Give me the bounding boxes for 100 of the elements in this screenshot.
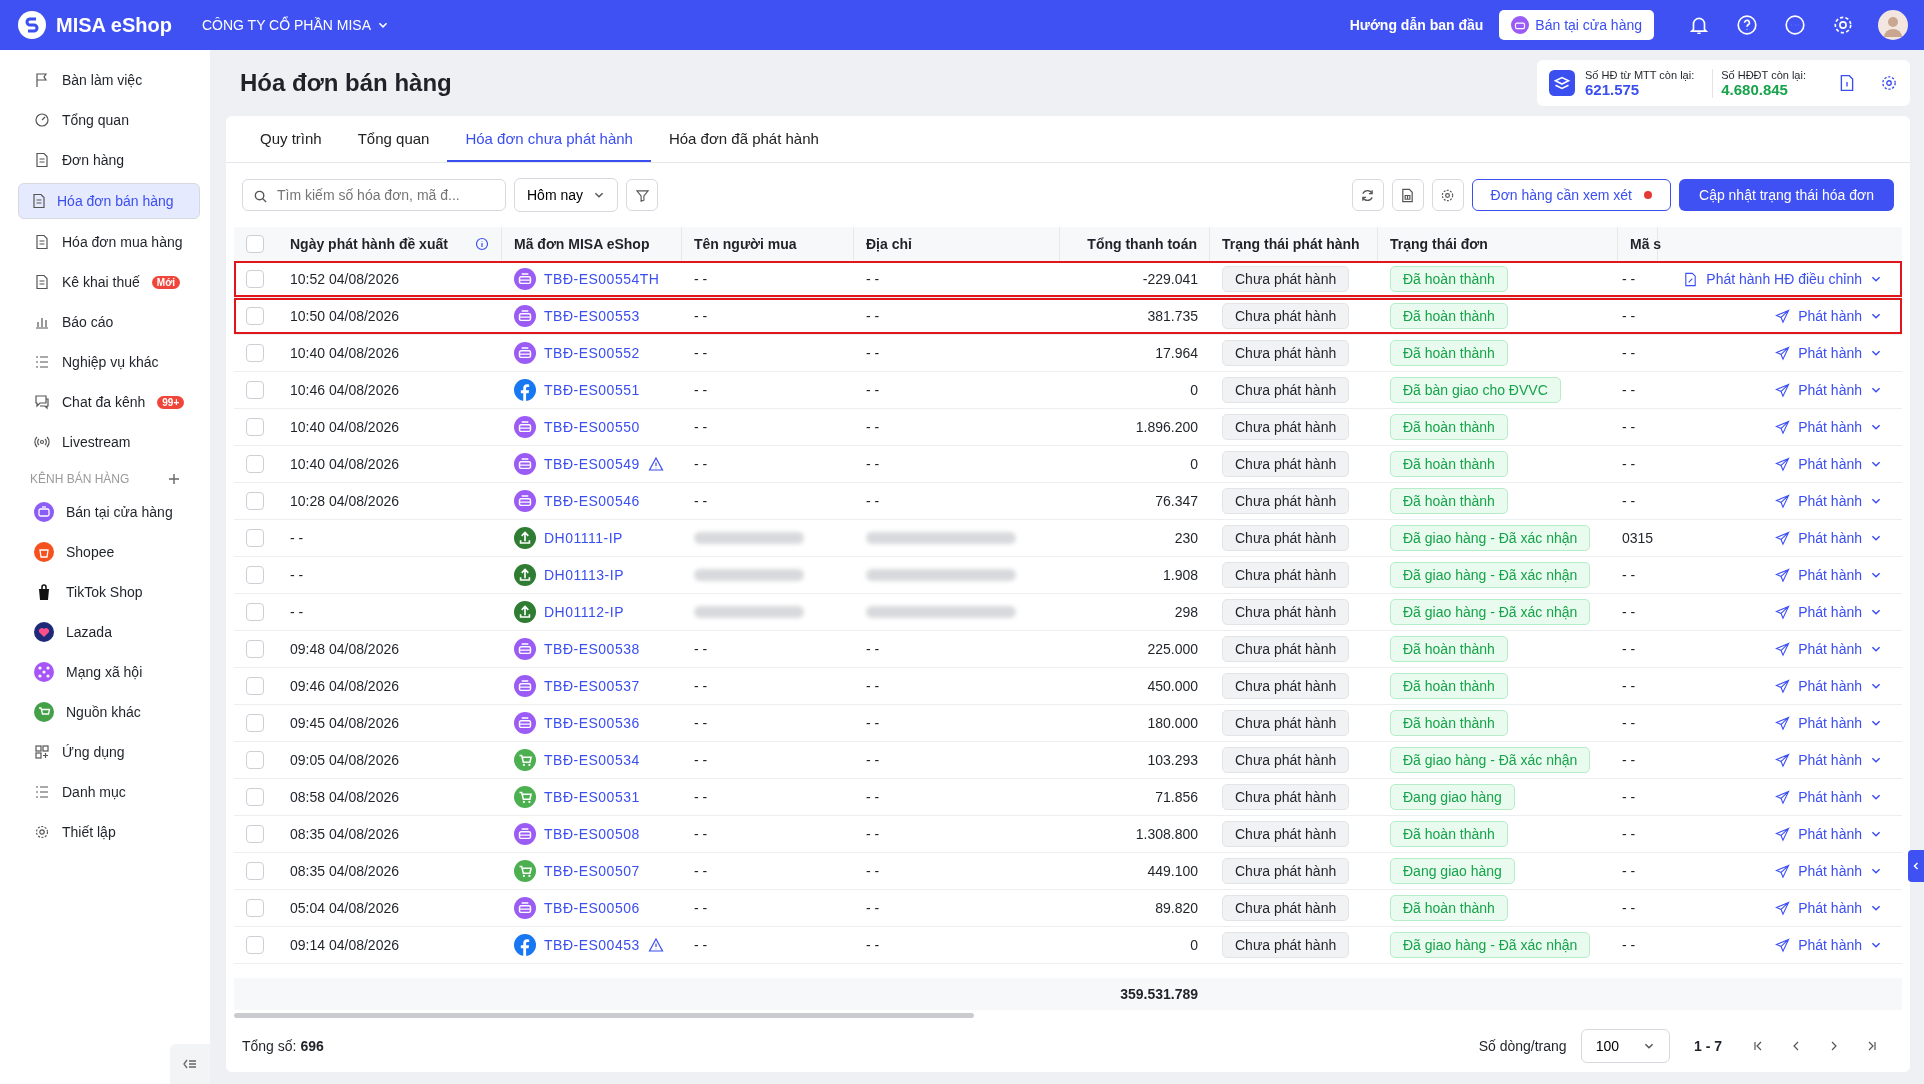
first-page-icon[interactable] (1752, 1040, 1764, 1052)
guide-link[interactable]: Hướng dẫn ban đầu (1349, 17, 1484, 33)
sidebar-item[interactable]: Tổng quan (18, 103, 200, 137)
export-button[interactable] (1391, 179, 1424, 211)
order-link[interactable]: TBĐ-ES00538 (544, 641, 640, 657)
last-page-icon[interactable] (1866, 1040, 1878, 1052)
checkbox[interactable] (246, 751, 264, 769)
sidebar-item[interactable]: TikTok Shop (18, 575, 200, 609)
issue-link[interactable]: Phát hành (1775, 345, 1862, 361)
store-button[interactable]: Bán tại cửa hàng (1499, 10, 1654, 40)
add-icon[interactable] (168, 473, 180, 485)
order-link[interactable]: TBĐ-ES00507 (544, 863, 640, 879)
checkbox[interactable] (246, 936, 264, 954)
checkbox[interactable] (246, 381, 264, 399)
issue-link[interactable]: Phát hành (1775, 641, 1862, 657)
order-link[interactable]: TBĐ-ES00549 (544, 456, 640, 472)
settings-icon[interactable] (1832, 14, 1854, 36)
sidebar-item[interactable]: Nghiệp vụ khác (18, 345, 200, 379)
settings-icon[interactable] (1880, 74, 1898, 92)
sidebar-item[interactable]: Livestream (18, 425, 200, 459)
checkbox[interactable] (246, 235, 264, 253)
checkbox[interactable] (246, 270, 264, 288)
review-orders-button[interactable]: Đơn hàng cần xem xét (1471, 179, 1671, 211)
search-field[interactable]: Tìm kiếm số hóa đơn, mã đ... (242, 179, 506, 211)
order-link[interactable]: TBĐ-ES00534 (544, 752, 640, 768)
order-link[interactable]: TBĐ-ES00508 (544, 826, 640, 842)
sidebar-item[interactable]: Nguồn khác (18, 695, 200, 729)
issue-link[interactable]: Phát hành (1775, 789, 1862, 805)
tab[interactable]: Hóa đơn đã phát hành (650, 116, 837, 162)
filter-button[interactable] (626, 179, 659, 211)
issue-link[interactable]: Phát hành (1775, 456, 1862, 472)
more-icon[interactable] (1784, 14, 1806, 36)
sidebar-item[interactable]: Bán tại cửa hàng (18, 495, 200, 529)
issue-link[interactable]: Phát hành (1775, 715, 1862, 731)
checkbox[interactable] (246, 714, 264, 732)
refresh-button[interactable] (1351, 179, 1384, 211)
issue-link[interactable]: Phát hành (1775, 567, 1862, 583)
checkbox[interactable] (246, 455, 264, 473)
side-panel-toggle[interactable] (1908, 850, 1924, 882)
document-icon[interactable] (1838, 74, 1856, 92)
order-link[interactable]: TBĐ-ES00553 (544, 308, 640, 324)
issue-link[interactable]: Phát hành (1775, 419, 1862, 435)
help-icon[interactable] (1736, 14, 1758, 36)
sidebar-item[interactable]: Báo cáo (18, 305, 200, 339)
checkbox[interactable] (246, 603, 264, 621)
checkbox[interactable] (246, 677, 264, 695)
sidebar-item[interactable]: Thiết lập (18, 815, 200, 849)
issue-link[interactable]: Phát hành (1775, 382, 1862, 398)
update-status-button[interactable]: Cập nhật trạng thái hóa đơn (1679, 179, 1894, 211)
sidebar-item[interactable]: Bàn làm việc (18, 63, 200, 97)
sidebar-item[interactable]: Kê khai thuế Mới (18, 265, 200, 299)
order-link[interactable]: TBĐ-ES00554TH (544, 271, 660, 287)
checkbox[interactable] (246, 566, 264, 584)
order-link[interactable]: TBĐ-ES00552 (544, 345, 640, 361)
order-link[interactable]: TBĐ-ES00551 (544, 382, 640, 398)
checkbox[interactable] (246, 788, 264, 806)
issue-link[interactable]: Phát hành (1775, 937, 1862, 953)
issue-link[interactable]: Phát hành HĐ điều chỉnh (1683, 271, 1862, 287)
order-link[interactable]: DH01113-IP (544, 567, 624, 583)
settings-button[interactable] (1431, 179, 1464, 211)
collapse-button[interactable] (170, 1044, 210, 1084)
issue-link[interactable]: Phát hành (1775, 308, 1862, 324)
checkbox[interactable] (246, 492, 264, 510)
issue-link[interactable]: Phát hành (1775, 493, 1862, 509)
sidebar-item[interactable]: Shopee (18, 535, 200, 569)
tab[interactable]: Hóa đơn chưa phát hành (447, 116, 651, 162)
tab[interactable]: Quy trình (242, 116, 340, 162)
sidebar-item[interactable]: Chat đa kênh 99+ (18, 385, 200, 419)
page-size-dropdown[interactable]: 100 (1580, 1029, 1670, 1063)
issue-link[interactable]: Phát hành (1775, 900, 1862, 916)
tab[interactable]: Tổng quan (339, 116, 448, 162)
checkbox[interactable] (246, 529, 264, 547)
issue-link[interactable]: Phát hành (1775, 530, 1862, 546)
checkbox[interactable] (246, 418, 264, 436)
checkbox[interactable] (246, 899, 264, 917)
order-link[interactable]: TBĐ-ES00550 (544, 419, 640, 435)
order-link[interactable]: TBĐ-ES00531 (544, 789, 640, 805)
checkbox[interactable] (246, 640, 264, 658)
sidebar-item[interactable]: Mạng xã hội (18, 655, 200, 689)
order-link[interactable]: DH01112-IP (544, 604, 624, 620)
issue-link[interactable]: Phát hành (1775, 863, 1862, 879)
issue-link[interactable]: Phát hành (1775, 678, 1862, 694)
avatar[interactable] (1878, 10, 1908, 40)
sidebar-item[interactable]: Lazada (18, 615, 200, 649)
order-link[interactable]: TBĐ-ES00536 (544, 715, 640, 731)
issue-link[interactable]: Phát hành (1775, 604, 1862, 620)
checkbox[interactable] (246, 344, 264, 362)
sidebar-item[interactable]: Ứng dụng (18, 735, 200, 769)
sidebar-item[interactable]: Đơn hàng (18, 143, 200, 177)
period-dropdown[interactable]: Hôm nay (514, 178, 619, 212)
order-link[interactable]: TBĐ-ES00506 (544, 900, 640, 916)
order-link[interactable]: TBĐ-ES00546 (544, 493, 640, 509)
order-link[interactable]: DH01111-IP (544, 530, 623, 546)
sidebar-item[interactable]: Danh mục (18, 775, 200, 809)
issue-link[interactable]: Phát hành (1775, 826, 1862, 842)
sidebar-item[interactable]: Hóa đơn mua hàng (18, 225, 200, 259)
issue-link[interactable]: Phát hành (1775, 752, 1862, 768)
sidebar-item[interactable]: Hóa đơn bán hàng (18, 183, 200, 219)
checkbox[interactable] (246, 307, 264, 325)
order-link[interactable]: TBĐ-ES00453 (544, 937, 640, 953)
